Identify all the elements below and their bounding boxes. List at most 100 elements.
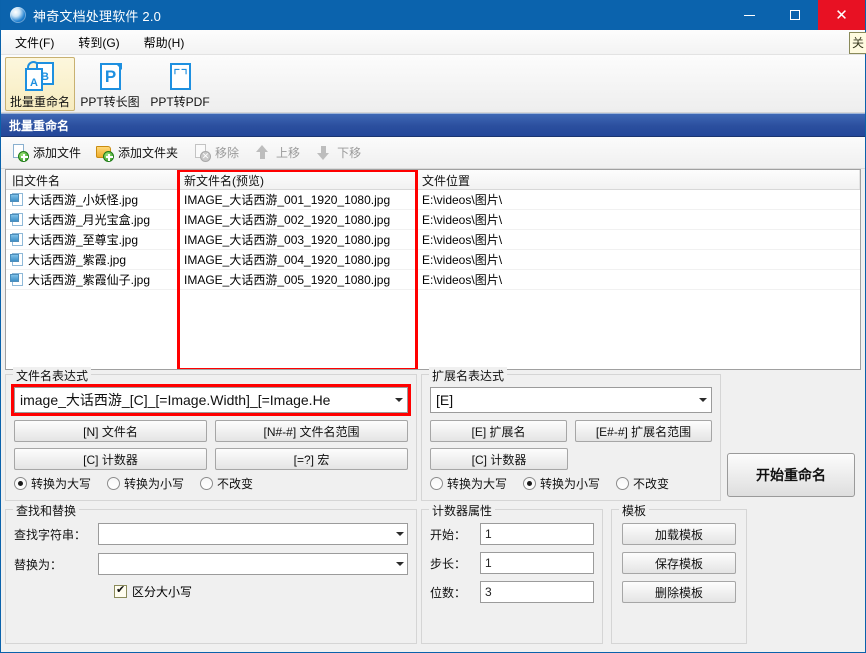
add-folder-button[interactable]: 添加文件夹 <box>92 141 187 164</box>
tool-batch-rename[interactable]: B A 批量重命名 <box>5 57 75 111</box>
column-header-location[interactable]: 文件位置 <box>416 170 860 189</box>
radio-icon[interactable] <box>200 477 214 490</box>
table-row[interactable]: 大话西游_至尊宝.jpg IMAGE_大话西游_003_1920_1080.jp… <box>6 230 860 250</box>
counter-group: 计数器属性 开始： 1 步长： 1 位数： 3 <box>421 502 603 644</box>
move-up-button[interactable]: 上移 <box>250 141 309 164</box>
add-file-button[interactable]: 添加文件 <box>7 141 90 164</box>
extension-case-unchanged[interactable]: 不改变 <box>616 475 669 492</box>
move-down-button[interactable]: 下移 <box>311 141 370 164</box>
case-sensitive-checkbox[interactable] <box>114 584 127 598</box>
token-filename-range-button[interactable]: [N#-#] 文件名范围 <box>215 420 408 442</box>
table-row[interactable]: 大话西游_小妖怪.jpg IMAGE_大话西游_001_1920_1080.jp… <box>6 190 860 210</box>
cell-old-name: 大话西游_月光宝盒.jpg <box>6 211 178 228</box>
maximize-button[interactable] <box>772 0 818 30</box>
filename-case-upper[interactable]: 转换为大写 <box>14 475 91 492</box>
app-logo-icon <box>10 7 26 23</box>
chevron-down-icon[interactable] <box>396 532 404 536</box>
menu-help[interactable]: 帮助(H) <box>134 31 195 54</box>
filename-expression-combo[interactable]: image_大话西游_[C]_[=Image.Width]_[=Image.He <box>11 384 411 416</box>
right-options-column: 扩展名表达式 [E] [E] 扩展名 [E#-#] 扩展名范围 [C] 计数器 <box>417 367 861 644</box>
column-header-old-name[interactable]: 旧文件名 <box>6 170 178 189</box>
find-replace-group: 查找和替换 查找字符串： 替换为： ✔ 区分大小写 <box>5 502 417 644</box>
chevron-down-icon[interactable] <box>396 562 404 566</box>
cell-location: E:\videos\图片\ <box>422 273 503 287</box>
table-row[interactable]: 大话西游_月光宝盒.jpg IMAGE_大话西游_002_1920_1080.j… <box>6 210 860 230</box>
cell-new-name: IMAGE_大话西游_004_1920_1080.jpg <box>184 253 391 267</box>
counter-start-input[interactable]: 1 <box>480 523 594 545</box>
old-name-text: 大话西游_至尊宝.jpg <box>28 233 139 247</box>
cell-location: E:\videos\图片\ <box>422 193 503 207</box>
extension-expression-title: 扩展名表达式 <box>429 367 508 384</box>
add-folder-icon <box>96 144 115 162</box>
delete-template-button[interactable]: 删除模板 <box>622 581 736 603</box>
table-row[interactable]: 大话西游_紫霞.jpg IMAGE_大话西游_004_1920_1080.jpg… <box>6 250 860 270</box>
file-list[interactable]: 旧文件名 新文件名(预览) 文件位置 大话西游_小妖怪.jpg IMAGE_大话… <box>5 169 861 370</box>
window-title: 神奇文档处理软件 2.0 <box>33 8 162 24</box>
start-rename-button[interactable]: 开始重命名 <box>727 453 855 497</box>
extension-case-lower[interactable]: 转换为小写 <box>523 475 600 492</box>
token-filename-button[interactable]: [N] 文件名 <box>14 420 207 442</box>
main-toolbar: B A 批量重命名 P PPT转长图 ⌜⌝ PPT转PDF <box>1 55 865 113</box>
token-ext-counter-button[interactable]: [C] 计数器 <box>430 448 568 470</box>
replace-input[interactable] <box>98 553 408 575</box>
tool-ppt-to-longimage[interactable]: P PPT转长图 <box>75 57 145 111</box>
ppt-to-longimage-icon: P <box>93 61 127 92</box>
tool-ppt-to-pdf[interactable]: ⌜⌝ PPT转PDF <box>145 57 215 111</box>
close-icon: ✕ <box>835 6 848 24</box>
case-sensitive-row: 区分大小写 <box>14 583 408 600</box>
extension-token-row-1: [E] 扩展名 [E#-#] 扩展名范围 <box>430 420 712 442</box>
find-input[interactable] <box>98 523 408 545</box>
tool-ppt-to-longimage-label: PPT转长图 <box>80 95 140 109</box>
remove-button[interactable]: ✕ 移除 <box>189 141 248 164</box>
find-label: 查找字符串： <box>14 527 87 542</box>
radio-icon[interactable] <box>430 477 443 490</box>
cell-location: E:\videos\图片\ <box>422 213 503 227</box>
token-counter-button[interactable]: [C] 计数器 <box>14 448 207 470</box>
extension-expression-combo[interactable]: [E] <box>430 387 712 413</box>
counter-digits-input[interactable]: 3 <box>480 581 594 603</box>
menu-right-clipped-item[interactable]: 关 <box>849 32 866 54</box>
filename-expression-value: image_大话西游_[C]_[=Image.Width]_[=Image.He <box>20 392 331 408</box>
filename-case-unchanged[interactable]: 不改变 <box>200 475 253 492</box>
minimize-button[interactable] <box>726 0 772 30</box>
token-extension-range-button[interactable]: [E#-#] 扩展名范围 <box>575 420 712 442</box>
filename-case-lower[interactable]: 转换为小写 <box>107 475 184 492</box>
column-header-new-name[interactable]: 新文件名(预览) <box>178 170 416 189</box>
radio-icon[interactable] <box>616 477 630 490</box>
cell-new-name: IMAGE_大话西游_002_1920_1080.jpg <box>184 213 391 227</box>
move-down-icon <box>315 144 332 161</box>
cell-old-name: 大话西游_紫霞.jpg <box>6 251 178 268</box>
table-row[interactable]: 大话西游_紫霞仙子.jpg IMAGE_大话西游_005_1920_1080.j… <box>6 270 860 290</box>
template-group: 模板 加载模板 保存模板 删除模板 <box>611 502 747 644</box>
old-name-text: 大话西游_紫霞.jpg <box>28 253 127 267</box>
chevron-down-icon[interactable] <box>695 388 711 412</box>
chevron-down-icon[interactable] <box>391 388 407 412</box>
load-template-button[interactable]: 加载模板 <box>622 523 736 545</box>
radio-icon[interactable] <box>107 477 121 490</box>
left-options-column: 文件名表达式 image_大话西游_[C]_[=Image.Width]_[=I… <box>5 367 417 644</box>
cell-new-name: IMAGE_大话西游_001_1920_1080.jpg <box>184 193 391 207</box>
image-file-icon <box>10 273 24 286</box>
move-up-label: 上移 <box>276 146 301 160</box>
counter-digits-label: 位数： <box>430 585 467 600</box>
extension-case-upper[interactable]: 转换为大写 <box>430 475 507 492</box>
filename-expression-group: 文件名表达式 image_大话西游_[C]_[=Image.Width]_[=I… <box>5 367 417 501</box>
minimize-icon <box>743 14 755 16</box>
token-extension-button[interactable]: [E] 扩展名 <box>430 420 567 442</box>
radio-icon[interactable] <box>14 477 27 490</box>
token-macro-button[interactable]: [=?] 宏 <box>215 448 408 470</box>
radio-icon[interactable] <box>523 477 537 490</box>
window-controls: ✕ <box>726 0 865 30</box>
counter-start-label: 开始： <box>430 527 467 542</box>
extension-case-radio-group: 转换为大写 转换为小写 不改变 <box>430 470 712 492</box>
counter-start-row: 开始： 1 <box>430 523 594 545</box>
menu-goto[interactable]: 转到(G) <box>68 31 129 54</box>
file-list-header: 旧文件名 新文件名(预览) 文件位置 <box>6 170 860 190</box>
close-button[interactable]: ✕ <box>818 0 865 30</box>
add-folder-label: 添加文件夹 <box>118 146 179 160</box>
save-template-button[interactable]: 保存模板 <box>622 552 736 574</box>
replace-row: 替换为： <box>14 553 408 575</box>
extension-case-unchanged-label: 不改变 <box>633 477 670 491</box>
counter-step-input[interactable]: 1 <box>480 552 594 574</box>
menu-file[interactable]: 文件(F) <box>5 31 64 54</box>
